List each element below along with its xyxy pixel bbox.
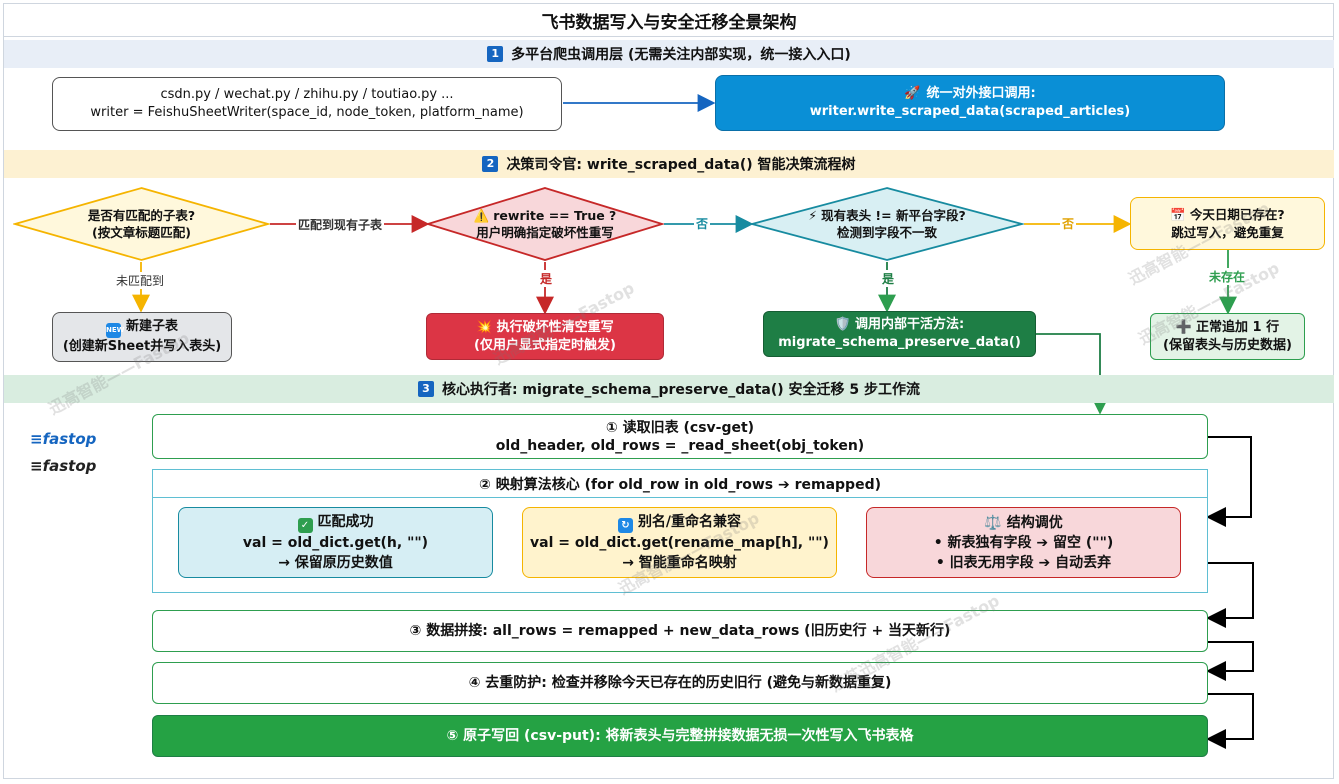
scales-icon: ⚖️	[984, 514, 1002, 531]
decision-date-exists: 📅 今天日期已存在? 跳过写入，避免重复	[1130, 197, 1325, 250]
step4-text: ④ 去重防护: 检查并移除今天已存在的历史旧行 (避免与新数据重复)	[468, 675, 892, 691]
title-divider	[4, 36, 1334, 37]
step4-dedup-guard: ④ 去重防护: 检查并移除今天已存在的历史旧行 (避免与新数据重复)	[152, 662, 1208, 704]
card1-title: 匹配成功	[317, 514, 374, 530]
label-d2-no: 否	[694, 215, 711, 232]
step3-data-concat: ③ 数据拼接: all_rows = remapped + new_data_r…	[152, 610, 1208, 652]
unified-api-box: 🚀 统一对外接口调用: writer.write_scraped_data(scr…	[715, 75, 1225, 131]
layer1-title: 多平台爬虫调用层 (无需关注内部实现，统一接入入口)	[511, 47, 851, 63]
decision4-line2: 跳过写入，避免重复	[1171, 224, 1284, 240]
step1-line1: ① 读取旧表 (csv-get)	[605, 419, 755, 436]
step5-text: ⑤ 原子写回 (csv-put): 将新表头与完整拼接数据无损一次性写入飞书表格	[446, 728, 914, 744]
plus-icon: ➕	[1175, 319, 1193, 335]
decision-header-mismatch: ⚡ 现有表头 != 新平台字段? 检测到字段不一致	[750, 186, 1024, 262]
result4-line2: (保留表头与历史数据)	[1163, 337, 1292, 353]
check-icon: ✓	[297, 518, 313, 533]
result1-line2: (创建新Sheet并写入表头)	[62, 339, 222, 354]
layer2-title: 决策司令官: write_scraped_data() 智能决策流程树	[506, 157, 856, 173]
label-d3-yes: 是	[880, 270, 897, 287]
card2-line2: → 智能重命名映射	[622, 555, 737, 571]
lightning-icon: ⚡	[808, 208, 818, 223]
step1-line2: old_header, old_rows = _read_sheet(obj_t…	[495, 437, 865, 454]
step5-atomic-writeback: ⑤ 原子写回 (csv-put): 将新表头与完整拼接数据无损一次性写入飞书表格	[152, 715, 1208, 757]
unified-api-line1: 统一对外接口调用:	[926, 86, 1036, 101]
decision-match-subsheet: 是否有匹配的子表? (按文章标题匹配)	[13, 186, 270, 262]
layer3-title: 核心执行者: migrate_schema_preserve_data() 安全…	[441, 382, 921, 398]
card2-line1: val = old_dict.get(rename_map[h], "")	[530, 535, 829, 551]
layer3-number: 3	[417, 381, 434, 397]
crawler-scripts-line2: writer = FeishuSheetWriter(space_id, nod…	[90, 105, 524, 120]
result-migrate-schema: 🛡️ 调用内部干活方法: migrate_schema_preserve_data…	[763, 311, 1036, 357]
result-append-row: ➕ 正常追加 1 行 (保留表头与历史数据)	[1150, 313, 1305, 360]
decision1-line1: 是否有匹配的子表?	[87, 208, 196, 223]
crawler-scripts-box: csdn.py / wechat.py / zhihu.py / toutiao…	[52, 77, 562, 131]
label-d4-no: 未存在	[1207, 268, 1248, 285]
result1-line1: 新建子表	[125, 319, 178, 334]
card2-title: 别名/重命名兼容	[637, 514, 742, 530]
refresh-icon: ↻	[617, 518, 633, 533]
decision2-line2: 用户明确指定破坏性重写	[476, 225, 614, 240]
card1-line1: val = old_dict.get(h, "")	[242, 535, 429, 551]
fastop-logo-dark-text: fastop	[42, 457, 97, 475]
card-structure-tuning: ⚖️ 结构调优 • 新表独有字段 ➔ 留空 ("") • 旧表无用字段 ➔ 自动丢…	[866, 507, 1181, 578]
new-icon: NEW	[105, 323, 124, 338]
layer1-number: 1	[487, 46, 504, 62]
architecture-diagram: 飞书数据写入与安全迁移全景架构 1 多平台爬虫调用层 (无需关注内部实现，统一接…	[0, 0, 1339, 784]
result3-line2: migrate_schema_preserve_data()	[778, 335, 1021, 350]
decision3-line2: 检测到字段不一致	[836, 225, 937, 240]
crawler-scripts-line1: csdn.py / wechat.py / zhihu.py / toutiao…	[160, 87, 454, 102]
result-new-subsheet: NEW 新建子表 (创建新Sheet并写入表头)	[52, 312, 232, 362]
result2-line1: 执行破坏性清空重写	[496, 319, 614, 335]
decision2-line1: rewrite == True ?	[493, 208, 617, 223]
result-destructive-rewrite: 💥 执行破坏性清空重写 (仅用户显式指定时触发)	[426, 313, 664, 360]
card3-line1: • 新表独有字段 ➔ 留空 ("")	[933, 534, 1114, 551]
step1-read-old-sheet: ① 读取旧表 (csv-get) old_header, old_rows = …	[152, 414, 1208, 459]
result4-line1: 正常追加 1 行	[1196, 319, 1280, 335]
result3-line1: 调用内部干活方法:	[854, 317, 965, 332]
explosion-icon: 💥	[476, 319, 493, 335]
decision4-line1: 今天日期已存在?	[1189, 206, 1285, 222]
layer3-band: 3 核心执行者: migrate_schema_preserve_data() …	[4, 375, 1334, 403]
card3-title: 结构调优	[1006, 514, 1063, 531]
unified-api-line2: writer.write_scraped_data(scraped_articl…	[809, 104, 1131, 119]
result2-line2: (仅用户显式指定时触发)	[474, 337, 616, 353]
layer2-band: 2 决策司令官: write_scraped_data() 智能决策流程树	[4, 150, 1334, 178]
layer1-band: 1 多平台爬虫调用层 (无需关注内部实现，统一接入入口)	[4, 40, 1334, 68]
step3-text: ③ 数据拼接: all_rows = remapped + new_data_r…	[409, 623, 951, 639]
label-d2-yes: 是	[538, 270, 555, 287]
fastop-logo-blue: ≡fastop	[30, 430, 97, 448]
layer2-number: 2	[482, 156, 499, 172]
card3-line2: • 旧表无用字段 ➔ 自动丢弃	[935, 554, 1112, 571]
label-unmatched: 未匹配到	[114, 272, 167, 289]
fastop-logo-dark: ≡fastop	[30, 457, 97, 475]
card1-line2: → 保留原历史数值	[278, 555, 393, 571]
fastop-logo-blue-text: fastop	[42, 430, 97, 448]
card-alias-rename: ↻ 别名/重命名兼容 val = old_dict.get(rename_map[…	[522, 507, 837, 578]
card-match-success: ✓ 匹配成功 val = old_dict.get(h, "") → 保留原历史数…	[178, 507, 493, 578]
calendar-icon: 📅	[1170, 206, 1186, 222]
warning-icon: ⚠️	[473, 208, 490, 223]
step2-title: ② 映射算法核心 (for old_row in old_rows ➔ rema…	[479, 477, 881, 493]
shield-icon: 🛡️	[834, 317, 851, 332]
label-d3-no: 否	[1060, 215, 1077, 232]
decision3-line1: 现有表头 != 新平台字段?	[821, 208, 966, 223]
step2-title-divider	[153, 497, 1207, 498]
decision-rewrite: ⚠️ rewrite == True ? 用户明确指定破坏性重写	[426, 186, 664, 262]
rocket-icon: 🚀	[904, 86, 921, 101]
decision1-line2: (按文章标题匹配)	[92, 225, 191, 240]
diagram-title: 飞书数据写入与安全迁移全景架构	[541, 13, 797, 33]
label-matched: 匹配到现有子表	[296, 216, 385, 233]
